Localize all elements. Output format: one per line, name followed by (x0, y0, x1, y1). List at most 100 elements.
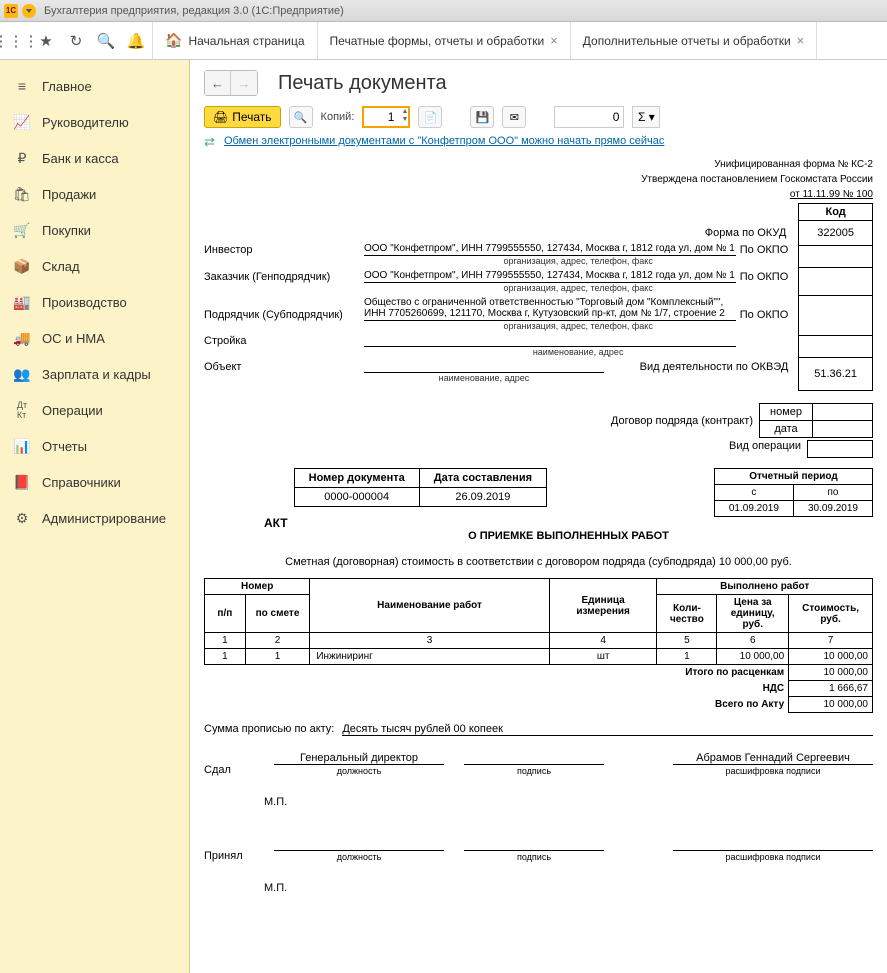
truck-icon: 🚚 (14, 330, 30, 346)
close-icon[interactable]: × (797, 33, 805, 48)
smeta-line: Сметная (договорная) стоимость в соответ… (204, 556, 873, 568)
vsego-val: 10 000,00 (789, 697, 873, 713)
quick-icons: ⋮⋮⋮ ★ ↻ 🔍 🔔 (0, 22, 153, 59)
sdal-fio: Абрамов Геннадий Сергеевич (673, 752, 873, 765)
people-icon: 👥 (14, 366, 30, 382)
okud-value: 322005 (799, 221, 873, 246)
sidebar-item-os[interactable]: 🚚ОС и НМА (0, 320, 189, 356)
star-icon[interactable]: ★ (38, 33, 54, 49)
hdr-price: Цена за единицу, руб. (717, 595, 789, 633)
hdr-cost: Стоимость, руб. (789, 595, 873, 633)
sum-button[interactable]: Σ ▾ (632, 106, 660, 128)
hdr-name: Наименование работ (310, 579, 549, 633)
template-button[interactable]: 📄 (418, 106, 442, 128)
form-header-1: Унифицированная форма № КС-2 (204, 158, 873, 171)
okpo-label: По ОКПО (736, 309, 792, 321)
tab-print-forms[interactable]: Печатные формы, отчеты и обработки × (318, 22, 571, 59)
sdal-pos: Генеральный директор (274, 752, 444, 765)
number-input[interactable] (554, 106, 624, 128)
okud-label: Форма по ОКУД (705, 227, 787, 239)
home-icon: 🏠 (165, 32, 182, 49)
copies-label: Копий: (321, 111, 355, 123)
sidebar-item-bank[interactable]: ₽Банк и касса (0, 140, 189, 176)
sdal-label: Сдал (204, 764, 254, 776)
hdr-qty: Коли-чество (657, 595, 717, 633)
prinyal-label: Принял (204, 850, 254, 862)
sidebar-item-catalogs[interactable]: 📕Справочники (0, 464, 189, 500)
apps-icon[interactable]: ⋮⋮⋮ (8, 33, 24, 49)
page-title: Печать документа (278, 72, 447, 95)
search-icon[interactable]: 🔍 (98, 33, 114, 49)
dtkt-icon: ДтКт (14, 402, 30, 418)
edo-link-row: ⇄ Обмен электронными документами с "Конф… (204, 134, 873, 148)
save-button[interactable]: 💾 (470, 106, 494, 128)
history-icon[interactable]: ↻ (68, 33, 84, 49)
sidebar-item-main[interactable]: ≡Главное (0, 68, 189, 104)
forward-button[interactable]: → (231, 71, 257, 95)
preview-button[interactable]: 🔍 (289, 106, 313, 128)
tab-label: Начальная страница (188, 34, 304, 48)
fio-sub: расшифровка подписи (726, 852, 821, 862)
back-button[interactable]: ← (205, 71, 231, 95)
sidebar-item-manager[interactable]: 📈Руководителю (0, 104, 189, 140)
edo-link[interactable]: Обмен электронными документами с "Конфет… (224, 135, 664, 147)
sidebar-item-admin[interactable]: ⚙Администрирование (0, 500, 189, 536)
contract-table: номер дата (759, 403, 873, 438)
print-button[interactable]: 🖨 Печать (204, 106, 281, 128)
customer-value: ООО "Конфетпром", ИНН 7799555550, 127434… (364, 270, 736, 283)
period-from-lbl: с (714, 485, 793, 501)
sidebar-item-sales[interactable]: 🛍Продажи (0, 176, 189, 212)
prinyal-pos (274, 838, 444, 851)
akt-sub: О ПРИЕМКЕ ВЫПОЛНЕННЫХ РАБОТ (264, 530, 873, 542)
bars-icon: 📊 (14, 438, 30, 454)
tab-add-reports[interactable]: Дополнительные отчеты и обработки × (571, 22, 817, 59)
spinner-icon[interactable]: ▲▼ (401, 108, 408, 124)
kved-label: Вид деятельности по ОКВЭД (640, 361, 793, 373)
form-header-3: от 11.11.99 № 100 (204, 188, 873, 201)
hdr-done: Выполнено работ (657, 579, 873, 595)
sum-propis: Десять тысяч рублей 00 копеек (342, 723, 873, 736)
stroyka-sub: наименование, адрес (364, 347, 792, 357)
sidebar-item-reports[interactable]: 📊Отчеты (0, 428, 189, 464)
nav-buttons: ← → (204, 70, 258, 96)
contract-date-cell (813, 421, 873, 438)
sidebar-item-salary[interactable]: 👥Зарплата и кадры (0, 356, 189, 392)
tabs-bar: ⋮⋮⋮ ★ ↻ 🔍 🔔 🏠 Начальная страница Печатны… (0, 22, 887, 60)
tab-home[interactable]: 🏠 Начальная страница (153, 22, 318, 59)
docnum-hdr: Номер документа (294, 469, 419, 488)
form-header-2: Утверждена постановлением Госкомстата Ро… (204, 173, 873, 186)
vsego-lbl: Всего по Акту (205, 697, 789, 713)
vid-op-cell (807, 440, 873, 458)
sidebar-item-production[interactable]: 🏭Производство (0, 284, 189, 320)
empty-cell (799, 336, 873, 358)
code-header: Код (799, 204, 873, 221)
titlebar: 1C Бухгалтерия предприятия, редакция 3.0… (0, 0, 887, 22)
chart-up-icon: 📈 (14, 114, 30, 130)
investor-label: Инвестор (204, 244, 364, 256)
bell-icon[interactable]: 🔔 (128, 33, 144, 49)
close-icon[interactable]: × (550, 33, 558, 48)
nds-lbl: НДС (205, 681, 789, 697)
investor-value: ООО "Конфетпром", ИНН 7799555550, 127434… (364, 243, 736, 256)
sdal-sign (464, 752, 604, 765)
period-table: Отчетный период спо 01.09.201930.09.2019 (714, 468, 873, 517)
sidebar-item-operations[interactable]: ДтКтОперации (0, 392, 189, 428)
period-to-lbl: по (793, 485, 872, 501)
mp: М.П. (264, 796, 873, 808)
app-menu-dropdown[interactable] (22, 4, 36, 18)
sidebar-item-warehouse[interactable]: 📦Склад (0, 248, 189, 284)
fio-sub: расшифровка подписи (726, 766, 821, 776)
bag-icon: 🛍 (14, 186, 30, 202)
period-from: 01.09.2019 (714, 501, 793, 517)
email-button[interactable]: ✉ (502, 106, 526, 128)
prinyal-sign (464, 838, 604, 851)
okpo-cell (799, 246, 873, 268)
kved-value: 51.36.21 (799, 358, 873, 391)
hdr-pp: п/п (205, 595, 246, 633)
sidebar-item-purchases[interactable]: 🛒Покупки (0, 212, 189, 248)
vid-op-label: Вид операции (729, 440, 801, 458)
action-toolbar: 🖨 Печать 🔍 Копий: ▲▼ 📄 💾 ✉ Σ ▾ (204, 106, 873, 128)
docnum: 0000-000004 (294, 488, 419, 507)
tab-label: Дополнительные отчеты и обработки (583, 34, 791, 48)
docdate: 26.09.2019 (419, 488, 546, 507)
